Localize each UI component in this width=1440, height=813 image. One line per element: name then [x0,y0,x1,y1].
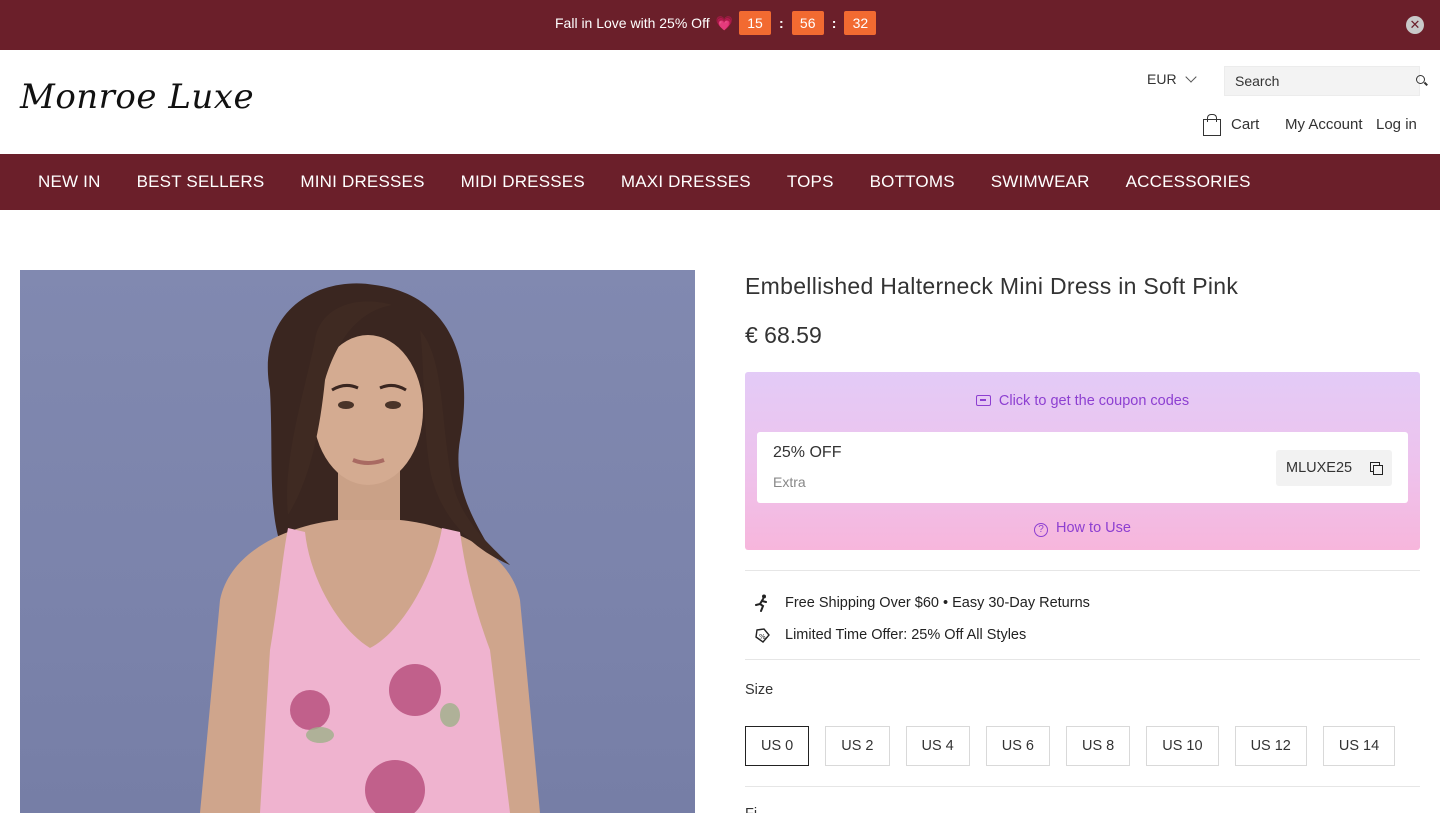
size-option-us-14[interactable]: US 14 [1322,726,1396,766]
size-option-us-6[interactable]: US 6 [985,726,1050,766]
shopping-bag-icon [1202,114,1221,136]
perk-shipping-text: Free Shipping Over $60 • Easy 30-Day Ret… [785,595,1090,611]
nav-item-accessories[interactable]: ACCESSORIES [1108,172,1269,192]
nav-item-swimwear[interactable]: SWIMWEAR [973,172,1108,192]
main-nav: NEW IN BEST SELLERS MINI DRESSES MIDI DR… [0,154,1440,210]
coupon-panel: Click to get the coupon codes 25% OFF Ex… [745,372,1420,550]
announcement-bar: Fall in Love with 25% Off 💗 15 : 56 : 32… [0,0,1440,50]
nav-item-bottoms[interactable]: BOTTOMS [852,172,973,192]
nav-item-maxi-dresses[interactable]: MAXI DRESSES [603,172,769,192]
timer-seconds: 32 [844,11,877,35]
size-options: US 0 US 2 US 4 US 6 US 8 US 10 US 12 US … [745,726,1411,766]
divider [745,786,1420,787]
coupon-header[interactable]: Click to get the coupon codes [745,393,1420,409]
size-option-us-2[interactable]: US 2 [825,726,890,766]
brand-logo[interactable]: Monroe Luxe [20,77,254,117]
discount-tag-icon: % [753,626,771,644]
divider [745,570,1420,571]
ticket-icon [975,395,991,406]
copy-icon [1370,462,1383,475]
cart-label: Cart [1231,115,1260,133]
coupon-header-text: Click to get the coupon codes [998,393,1190,409]
coupon-discount: 25% OFF [773,444,842,461]
my-account-link[interactable]: My Account [1285,116,1363,133]
model-photo [200,283,540,813]
timer-separator: : [831,15,837,31]
next-section-label: Fi [745,806,757,813]
divider [745,659,1420,660]
heart-icon: 💗 [715,14,734,31]
size-option-us-12[interactable]: US 12 [1234,726,1307,766]
coupon-code: MLUXE25 [1286,460,1353,476]
promo-countdown: Fall in Love with 25% Off 💗 15 : 56 : 32 [555,9,877,37]
cart-link[interactable]: Cart [1202,114,1260,136]
coupon-subtitle: Extra [773,474,806,490]
perk-shipping: Free Shipping Over $60 • Easy 30-Day Ret… [753,594,1090,612]
search-input[interactable] [1235,73,1416,89]
size-option-us-4[interactable]: US 4 [905,726,970,766]
product-title: Embellished Halterneck Mini Dress in Sof… [745,273,1239,299]
login-link[interactable]: Log in [1376,116,1417,133]
nav-item-tops[interactable]: TOPS [769,172,852,192]
site-header: Monroe Luxe EUR Cart My Account Log in [0,50,1440,154]
size-option-us-8[interactable]: US 8 [1066,726,1131,766]
promo-text: Fall in Love with 25% Off [555,15,710,31]
timer-minutes: 56 [791,11,824,35]
size-option-us-0[interactable]: US 0 [745,726,810,766]
nav-item-best-sellers[interactable]: BEST SELLERS [119,172,283,192]
timer-hours: 15 [739,11,772,35]
search-box [1224,66,1425,96]
perk-offer-text: Limited Time Offer: 25% Off All Styles [785,627,1027,643]
svg-text:%: % [759,633,766,641]
chevron-down-icon [1184,71,1197,83]
running-person-icon [753,594,771,612]
nav-item-midi-dresses[interactable]: MIDI DRESSES [443,172,603,192]
size-label: Size [745,682,774,698]
close-icon[interactable]: ✕ [1406,16,1424,34]
product-image[interactable] [20,270,695,813]
how-to-use-label: How to Use [1056,520,1131,536]
question-icon: ? [1034,523,1049,537]
timer-separator: : [779,15,784,31]
how-to-use-link[interactable]: ? How to Use [745,520,1420,537]
size-option-us-10[interactable]: US 10 [1146,726,1219,766]
coupon-card: 25% OFF Extra MLUXE25 [757,432,1408,503]
currency-value: EUR [1147,71,1177,87]
perk-offer: % Limited Time Offer: 25% Off All Styles [753,626,1026,644]
nav-item-new-in[interactable]: NEW IN [20,172,119,192]
nav-item-mini-dresses[interactable]: MINI DRESSES [282,172,442,192]
product-price: € 68.59 [745,322,822,348]
copy-code-button[interactable]: MLUXE25 [1276,450,1392,486]
currency-selector[interactable]: EUR [1147,71,1197,87]
